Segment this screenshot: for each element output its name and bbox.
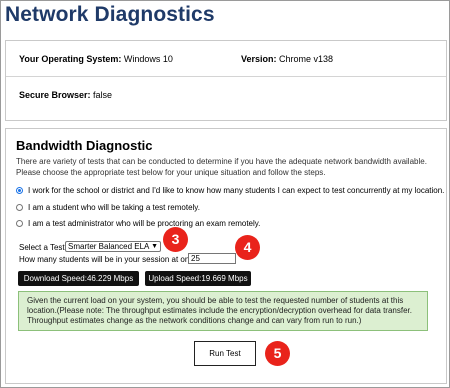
select-test-label: Select a Test: bbox=[19, 243, 67, 252]
radio-button[interactable] bbox=[16, 203, 23, 211]
option-student-remote[interactable]: I am a student who will be taking a test… bbox=[16, 201, 200, 213]
section-description: There are variety of tests that can be c… bbox=[16, 157, 427, 177]
test-select[interactable]: Smarter Balanced ELA ▼ bbox=[65, 241, 161, 252]
secure-value: false bbox=[93, 90, 113, 100]
version-info: Version: Chrome v138 bbox=[241, 54, 333, 64]
radio-button[interactable] bbox=[16, 219, 23, 227]
upload-speed-badge: Upload Speed:19.669 Mbps bbox=[145, 271, 251, 286]
download-speed-badge: Download Speed:46.229 Mbps bbox=[18, 271, 139, 286]
option-label: I am a student who will be taking a test… bbox=[28, 202, 200, 212]
app-window: Network Diagnostics Your Operating Syste… bbox=[0, 0, 450, 388]
students-count-input[interactable]: 25 bbox=[188, 253, 236, 264]
run-test-button[interactable]: Run Test bbox=[194, 341, 256, 366]
result-message: Given the current load on your system, y… bbox=[18, 291, 428, 331]
students-count-value: 25 bbox=[191, 254, 200, 263]
students-label: How many students will be in your sessio… bbox=[19, 255, 203, 264]
step-4-marker: 4 bbox=[235, 235, 260, 260]
system-info-panel bbox=[5, 40, 447, 121]
option-test-administrator[interactable]: I am a test administrator who will be pr… bbox=[16, 217, 260, 229]
option-label: I am a test administrator who will be pr… bbox=[28, 218, 261, 228]
test-select-value: Smarter Balanced ELA bbox=[68, 242, 150, 251]
info-divider bbox=[6, 76, 446, 77]
version-label: Version: bbox=[241, 54, 277, 64]
secure-browser-info: Secure Browser: false bbox=[19, 90, 112, 100]
radio-button-checked[interactable] bbox=[16, 186, 23, 194]
secure-label: Secure Browser: bbox=[19, 90, 91, 100]
page-title: Network Diagnostics bbox=[5, 3, 215, 26]
os-label: Your Operating System: bbox=[19, 54, 122, 64]
chevron-down-icon: ▼ bbox=[151, 243, 158, 250]
option-school-district[interactable]: I work for the school or district and I'… bbox=[16, 184, 444, 196]
step-3-marker: 3 bbox=[163, 227, 188, 252]
option-label: I work for the school or district and I'… bbox=[28, 185, 445, 195]
section-title: Bandwidth Diagnostic bbox=[16, 138, 153, 153]
os-info: Your Operating System: Windows 10 bbox=[19, 54, 173, 64]
os-value: Windows 10 bbox=[123, 54, 173, 64]
version-value: Chrome v138 bbox=[279, 54, 334, 64]
step-5-marker: 5 bbox=[265, 341, 290, 366]
